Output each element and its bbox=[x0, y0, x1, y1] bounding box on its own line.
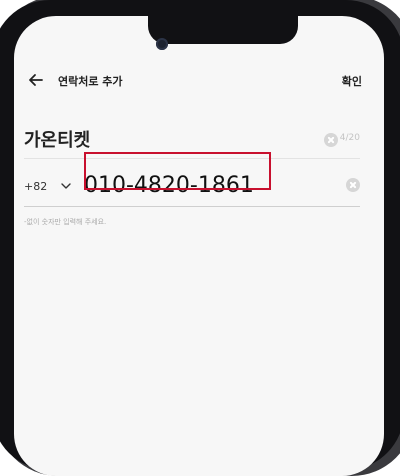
highlight-box bbox=[84, 152, 271, 190]
back-arrow-icon[interactable] bbox=[26, 70, 46, 90]
device-frame: 연락처로 추가 확인 4/20 +82 -없이 숫자만 입력해 주세요. bbox=[0, 0, 400, 476]
confirm-button[interactable]: 확인 bbox=[342, 73, 362, 89]
name-input[interactable] bbox=[24, 124, 304, 154]
clear-icon[interactable] bbox=[324, 133, 338, 147]
clear-icon[interactable] bbox=[346, 178, 360, 192]
name-char-counter: 4/20 bbox=[339, 133, 360, 143]
notch bbox=[148, 16, 298, 44]
app-screen: 연락처로 추가 확인 4/20 +82 -없이 숫자만 입력해 주세요. bbox=[14, 16, 384, 476]
app-bar: 연락처로 추가 확인 bbox=[14, 70, 384, 94]
helper-text: -없이 숫자만 입력해 주세요. bbox=[24, 218, 107, 226]
front-camera bbox=[156, 38, 168, 50]
country-code-label: +82 bbox=[24, 179, 48, 193]
page-title: 연락처로 추가 bbox=[58, 75, 123, 88]
country-code-selector[interactable]: +82 bbox=[24, 176, 73, 196]
chevron-down-icon bbox=[61, 183, 71, 189]
